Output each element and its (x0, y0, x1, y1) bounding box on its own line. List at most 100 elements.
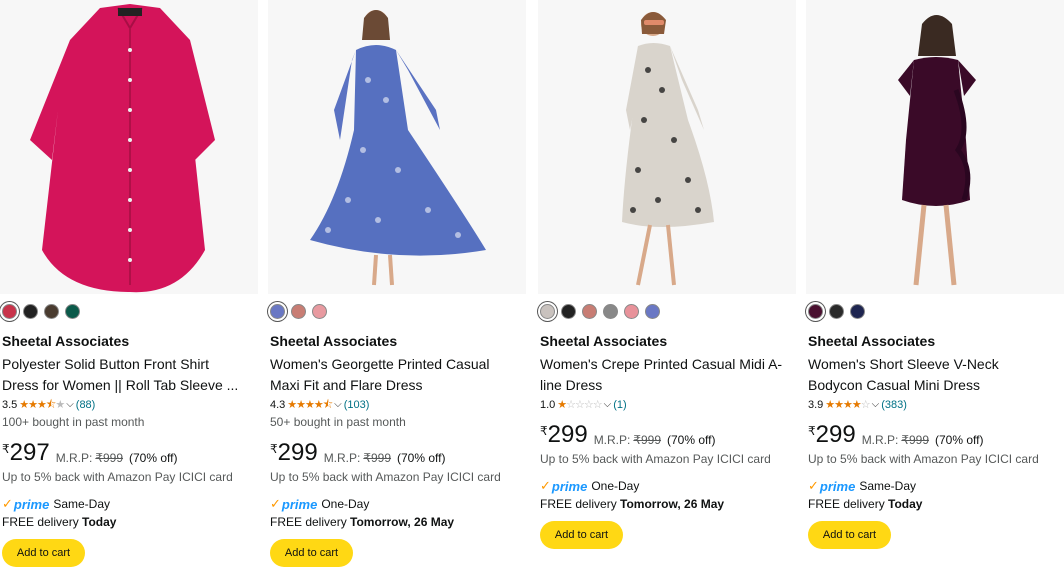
product-title-line[interactable]: Polyester Solid Button Front Shirt (2, 354, 252, 375)
prime-check-icon: ✓ (270, 496, 281, 511)
product-image[interactable] (0, 0, 258, 294)
delivery-speed: Same-Day (859, 479, 916, 493)
product-image[interactable] (268, 0, 526, 294)
price: 299 (815, 421, 856, 448)
mrp: M.R.P: ₹999 (56, 451, 123, 465)
product-title-line[interactable]: Women's Georgette Printed Casual (270, 354, 520, 375)
brand-name: Sheetal Associates (540, 333, 668, 349)
cashback-offer: Up to 5% back with Amazon Pay ICICI card (808, 452, 1039, 466)
color-swatch[interactable] (270, 304, 285, 319)
price-row[interactable]: ₹ 299 M.R.P: ₹999 (70% off) (808, 422, 983, 448)
chevron-down-icon[interactable]: ⌵ (872, 398, 880, 412)
product-title[interactable]: Women's Crepe Printed Casual Midi A- lin… (540, 354, 790, 396)
product-title-line[interactable]: Dress for Women || Roll Tab Sleeve ... (2, 375, 252, 396)
review-count[interactable]: (88) (76, 398, 96, 412)
currency-symbol: ₹ (270, 442, 278, 456)
color-swatch[interactable] (44, 304, 59, 319)
mrp-label: M.R.P: (323, 451, 361, 465)
add-to-cart-button[interactable]: Add to cart (270, 539, 353, 567)
prime-check-icon: ✓ (808, 478, 819, 493)
bought-count: 50+ bought in past month (270, 415, 406, 429)
price-row[interactable]: ₹ 299 M.R.P: ₹999 (70% off) (540, 422, 715, 448)
color-swatches (270, 304, 327, 324)
color-swatch[interactable] (624, 304, 639, 319)
add-to-cart-button[interactable]: Add to cart (540, 521, 623, 549)
color-swatch[interactable] (808, 304, 823, 319)
prime-delivery: ✓ prime Same-Day (808, 478, 916, 494)
product-card[interactable]: Sheetal Associates Women's Georgette Pri… (268, 0, 526, 576)
star-rating-icon[interactable]: ★★★⯪★ (19, 398, 65, 412)
chevron-down-icon[interactable]: ⌵ (604, 398, 612, 412)
color-swatches (2, 304, 80, 324)
color-swatch[interactable] (850, 304, 865, 319)
delivery-date: Tomorrow, 26 May (350, 515, 455, 529)
dress-illustration (898, 15, 976, 286)
color-swatch[interactable] (23, 304, 38, 319)
discount: (70% off) (129, 451, 178, 465)
color-swatch[interactable] (291, 304, 306, 319)
product-title-line[interactable]: Women's Crepe Printed Casual Midi A- (540, 354, 790, 375)
review-count[interactable]: (1) (613, 398, 626, 412)
chevron-down-icon[interactable]: ⌵ (66, 398, 74, 412)
price-row[interactable]: ₹ 299 M.R.P: ₹999 (70% off) (270, 440, 445, 466)
delivery-date: Today (82, 515, 117, 529)
color-swatch[interactable] (312, 304, 327, 319)
color-swatch[interactable] (2, 304, 17, 319)
rating-value: 4.3 (270, 399, 286, 411)
delivery-prefix: FREE delivery (808, 497, 885, 511)
price-row[interactable]: ₹ 297 M.R.P: ₹999 (70% off) (2, 440, 177, 466)
prime-check-icon: ✓ (2, 496, 13, 511)
color-swatch[interactable] (645, 304, 660, 319)
delivery-info: FREE delivery Today (808, 497, 922, 511)
star-rating-icon[interactable]: ★★★★☆ (825, 398, 870, 412)
product-title-line[interactable]: line Dress (540, 375, 790, 396)
review-count[interactable]: (383) (881, 398, 907, 412)
rating-value: 3.5 (2, 399, 18, 411)
add-to-cart-button[interactable]: Add to cart (2, 539, 85, 567)
star-rating-icon[interactable]: ★☆☆☆☆ (557, 398, 602, 412)
cashback-offer: Up to 5% back with Amazon Pay ICICI card (540, 452, 771, 466)
color-swatch[interactable] (65, 304, 80, 319)
add-to-cart-button[interactable]: Add to cart (808, 521, 891, 549)
prime-delivery: ✓ prime One-Day (270, 496, 369, 512)
discount: (70% off) (935, 433, 984, 447)
product-title[interactable]: Women's Georgette Printed Casual Maxi Fi… (270, 354, 520, 396)
color-swatch[interactable] (603, 304, 618, 319)
product-title-line[interactable]: Women's Short Sleeve V-Neck (808, 354, 1058, 375)
product-image[interactable] (538, 0, 796, 294)
bought-count: 100+ bought in past month (2, 415, 145, 429)
currency-symbol: ₹ (808, 424, 816, 438)
delivery-info: FREE delivery Today (2, 515, 116, 529)
rating-row: 4.3 ★★★★⯪ ⌵ (103) (270, 398, 369, 412)
product-card[interactable]: Sheetal Associates Polyester Solid Butto… (0, 0, 258, 576)
mrp-value: ₹999 (363, 451, 392, 465)
chevron-down-icon[interactable]: ⌵ (334, 398, 342, 412)
color-swatch[interactable] (561, 304, 576, 319)
prime-check-icon: ✓ (540, 478, 551, 493)
color-swatch[interactable] (582, 304, 597, 319)
prime-delivery: ✓ prime One-Day (540, 478, 639, 494)
product-card[interactable]: Sheetal Associates Women's Crepe Printed… (538, 0, 796, 576)
price: 297 (9, 439, 50, 466)
product-title[interactable]: Women's Short Sleeve V-Neck Bodycon Casu… (808, 354, 1058, 396)
product-title[interactable]: Polyester Solid Button Front Shirt Dress… (2, 354, 252, 396)
dress-illustration (310, 10, 486, 286)
review-count[interactable]: (103) (344, 398, 370, 412)
price: 299 (277, 439, 318, 466)
product-title-line[interactable]: Bodycon Casual Mini Dress (808, 375, 1058, 396)
mrp: M.R.P: ₹999 (594, 433, 661, 447)
star-rating-icon[interactable]: ★★★★⯪ (287, 398, 333, 412)
rating-row: 3.5 ★★★⯪★ ⌵ (88) (2, 398, 95, 412)
mrp-label: M.R.P: (593, 433, 631, 447)
prime-logo: prime (819, 478, 856, 494)
color-swatch[interactable] (829, 304, 844, 319)
delivery-info: FREE delivery Tomorrow, 26 May (540, 497, 724, 511)
product-title-line[interactable]: Maxi Fit and Flare Dress (270, 375, 520, 396)
prime-logo: prime (13, 496, 50, 512)
color-swatch[interactable] (540, 304, 555, 319)
dress-illustration (622, 12, 714, 286)
product-card[interactable]: Sheetal Associates Women's Short Sleeve … (806, 0, 1064, 576)
discount: (70% off) (397, 451, 446, 465)
delivery-info: FREE delivery Tomorrow, 26 May (270, 515, 454, 529)
product-image[interactable] (806, 0, 1064, 294)
